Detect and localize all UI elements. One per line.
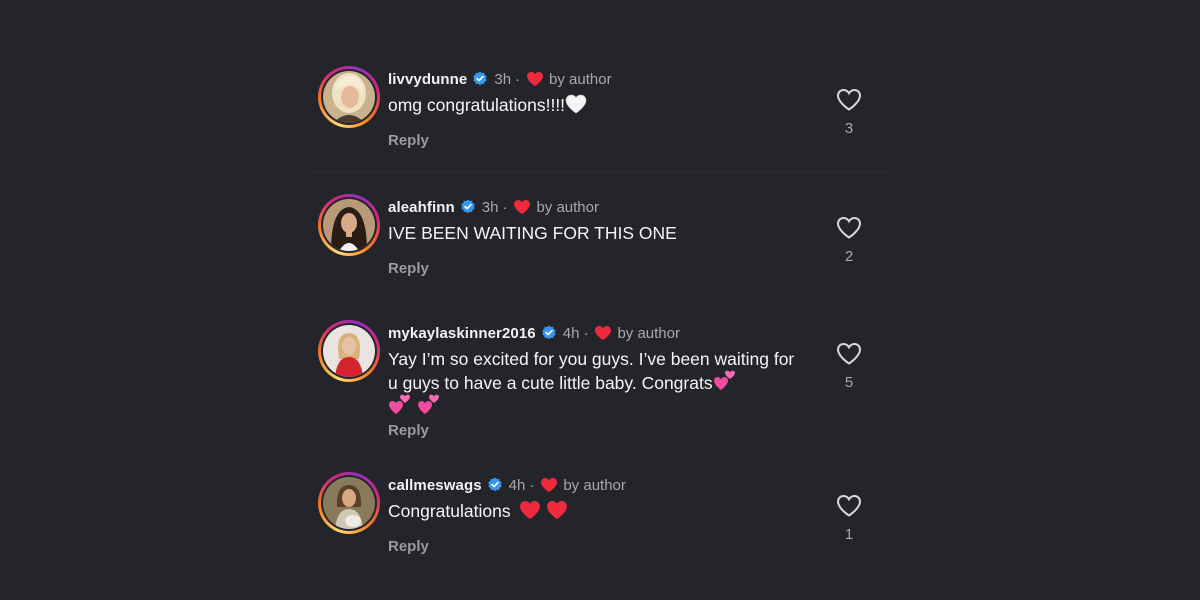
avatar[interactable]: [318, 66, 380, 128]
comment-item: mykaylaskinner2016 4h · by author Yay I’…: [318, 320, 878, 444]
comment-item: aleahfinn 3h · by author IVE BEEN WAITIN…: [318, 194, 878, 284]
comment-item: callmeswags 4h · by author Congratulatio…: [318, 472, 878, 562]
comments-panel: livvydunne 3h · by author omg congratula…: [0, 0, 1200, 600]
timestamp: 3h: [494, 70, 512, 88]
like-count: 2: [844, 248, 854, 265]
verified-badge-icon: [461, 199, 475, 214]
username[interactable]: mykaylaskinner2016: [388, 325, 536, 342]
separator: ·: [583, 324, 589, 342]
username[interactable]: aleahfinn: [388, 199, 455, 216]
avatar-photo-icon: [323, 477, 375, 529]
reply-button[interactable]: Reply: [388, 538, 429, 555]
avatar[interactable]: [318, 194, 380, 256]
liked-heart-icon: [527, 72, 544, 86]
separator: ·: [529, 476, 535, 494]
two-hearts-icon: [389, 394, 410, 414]
comment-text: IVE BEEN WAITING FOR THIS ONE: [388, 223, 677, 243]
avatar[interactable]: [318, 472, 380, 534]
white-heart-icon: [565, 94, 587, 114]
avatar-photo-icon: [323, 71, 375, 123]
like-heart-icon[interactable]: [836, 216, 862, 240]
two-hearts-icon: [713, 370, 735, 390]
comment-text: Congratulations: [388, 500, 808, 522]
reply-button[interactable]: Reply: [388, 422, 429, 439]
divider: [310, 172, 890, 173]
timestamp: 4h: [508, 476, 526, 494]
liked-by-author-label: by author: [549, 70, 612, 88]
like-count: 3: [844, 120, 854, 137]
avatar-photo-icon: [323, 325, 375, 377]
timestamp: 4h: [562, 324, 580, 342]
verified-badge-icon: [487, 477, 502, 492]
reply-button[interactable]: Reply: [388, 132, 429, 149]
verified-badge-icon: [542, 325, 556, 340]
liked-heart-icon: [514, 200, 531, 214]
username[interactable]: callmeswags: [388, 477, 482, 494]
liked-by-author-label: by author: [617, 324, 680, 342]
red-heart-icon: [547, 501, 568, 519]
separator: ·: [502, 198, 508, 216]
liked-by-author-label: by author: [536, 198, 599, 216]
liked-by-author-label: by author: [563, 476, 626, 494]
two-hearts-icon: [417, 394, 439, 414]
reply-button[interactable]: Reply: [388, 260, 429, 277]
avatar-photo-icon: [323, 199, 375, 251]
like-heart-icon[interactable]: [836, 342, 862, 366]
timestamp: 3h: [481, 198, 499, 216]
like-count: 1: [844, 526, 854, 543]
liked-heart-icon: [541, 478, 558, 492]
comment-item: livvydunne 3h · by author omg congratula…: [318, 66, 878, 156]
like-heart-icon[interactable]: [836, 494, 862, 518]
comment-text: Yay I’m so excited for you guys. I’ve be…: [388, 348, 808, 418]
verified-badge-icon: [473, 71, 488, 86]
separator: ·: [515, 70, 521, 88]
avatar[interactable]: [318, 320, 380, 382]
comment-text: omg congratulations!!!!: [388, 94, 808, 116]
red-heart-icon: [520, 501, 541, 519]
like-heart-icon[interactable]: [836, 88, 862, 112]
like-count: 5: [844, 374, 854, 391]
username[interactable]: livvydunne: [388, 71, 467, 88]
liked-heart-icon: [595, 326, 612, 340]
